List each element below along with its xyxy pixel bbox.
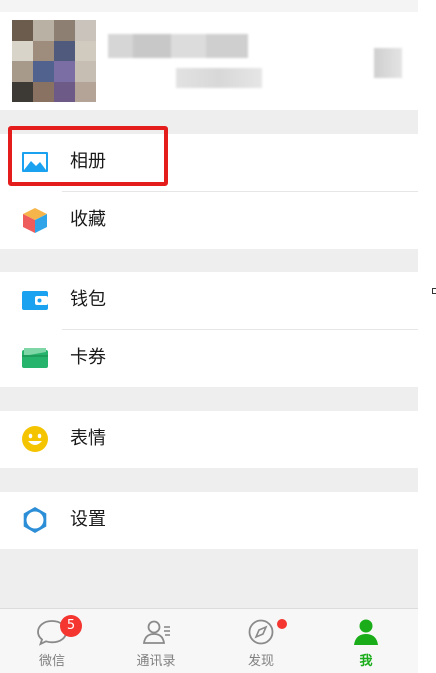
tab-label: 微信 xyxy=(38,654,65,669)
discover-red-dot xyxy=(277,619,287,629)
menu-item-favorites[interactable]: 收藏 xyxy=(0,192,418,249)
unread-badge: 5 xyxy=(60,615,82,637)
menu-item-label: 卡券 xyxy=(70,347,106,368)
menu-group-4: 设置 xyxy=(0,492,418,549)
tab-label: 通讯录 xyxy=(136,654,176,669)
settings-gear-icon xyxy=(23,507,47,533)
sticker-smiley-icon xyxy=(22,426,48,452)
wallet-icon xyxy=(22,291,48,310)
qr-code-icon[interactable] xyxy=(374,48,402,78)
menu-item-label: 收藏 xyxy=(70,209,106,230)
menu-group-3: 表情 xyxy=(0,411,418,468)
tab-label: 发现 xyxy=(247,654,274,669)
highlight-box xyxy=(8,126,168,186)
contacts-icon xyxy=(142,620,170,644)
menu-item-label: 钱包 xyxy=(70,289,106,310)
status-area xyxy=(0,0,418,12)
tab-me[interactable]: 我 xyxy=(314,609,418,673)
tab-discover[interactable]: 发现 xyxy=(209,609,313,673)
discover-compass-icon xyxy=(248,619,274,645)
me-person-icon xyxy=(354,619,378,645)
stray-mark xyxy=(432,288,436,294)
right-margin xyxy=(418,0,436,673)
tab-label: 我 xyxy=(359,654,373,669)
bottom-tab-bar: 5 微信 通讯录 发现 我 xyxy=(0,608,418,673)
tab-contacts[interactable]: 通讯录 xyxy=(104,609,208,673)
avatar[interactable] xyxy=(12,20,96,102)
menu-item-label: 设置 xyxy=(70,509,106,530)
menu-item-card-coupons[interactable]: 卡券 xyxy=(0,330,418,387)
menu-item-settings[interactable]: 设置 xyxy=(0,492,418,549)
tab-chats[interactable]: 5 微信 xyxy=(0,609,104,673)
profile-header[interactable] xyxy=(0,12,418,110)
menu-item-label: 表情 xyxy=(70,428,106,449)
profile-name-blurred xyxy=(108,34,248,58)
card-coupon-icon xyxy=(22,348,48,368)
menu-item-wallet[interactable]: 钱包 xyxy=(0,272,418,329)
me-screen: 相册 收藏 钱包 卡券 表情 设置 5 微信 通讯录 发现 我 xyxy=(0,0,418,673)
profile-id-blurred xyxy=(176,68,262,88)
menu-group-2: 钱包 卡券 xyxy=(0,272,418,387)
menu-item-stickers[interactable]: 表情 xyxy=(0,411,418,468)
favorites-icon xyxy=(23,208,47,233)
